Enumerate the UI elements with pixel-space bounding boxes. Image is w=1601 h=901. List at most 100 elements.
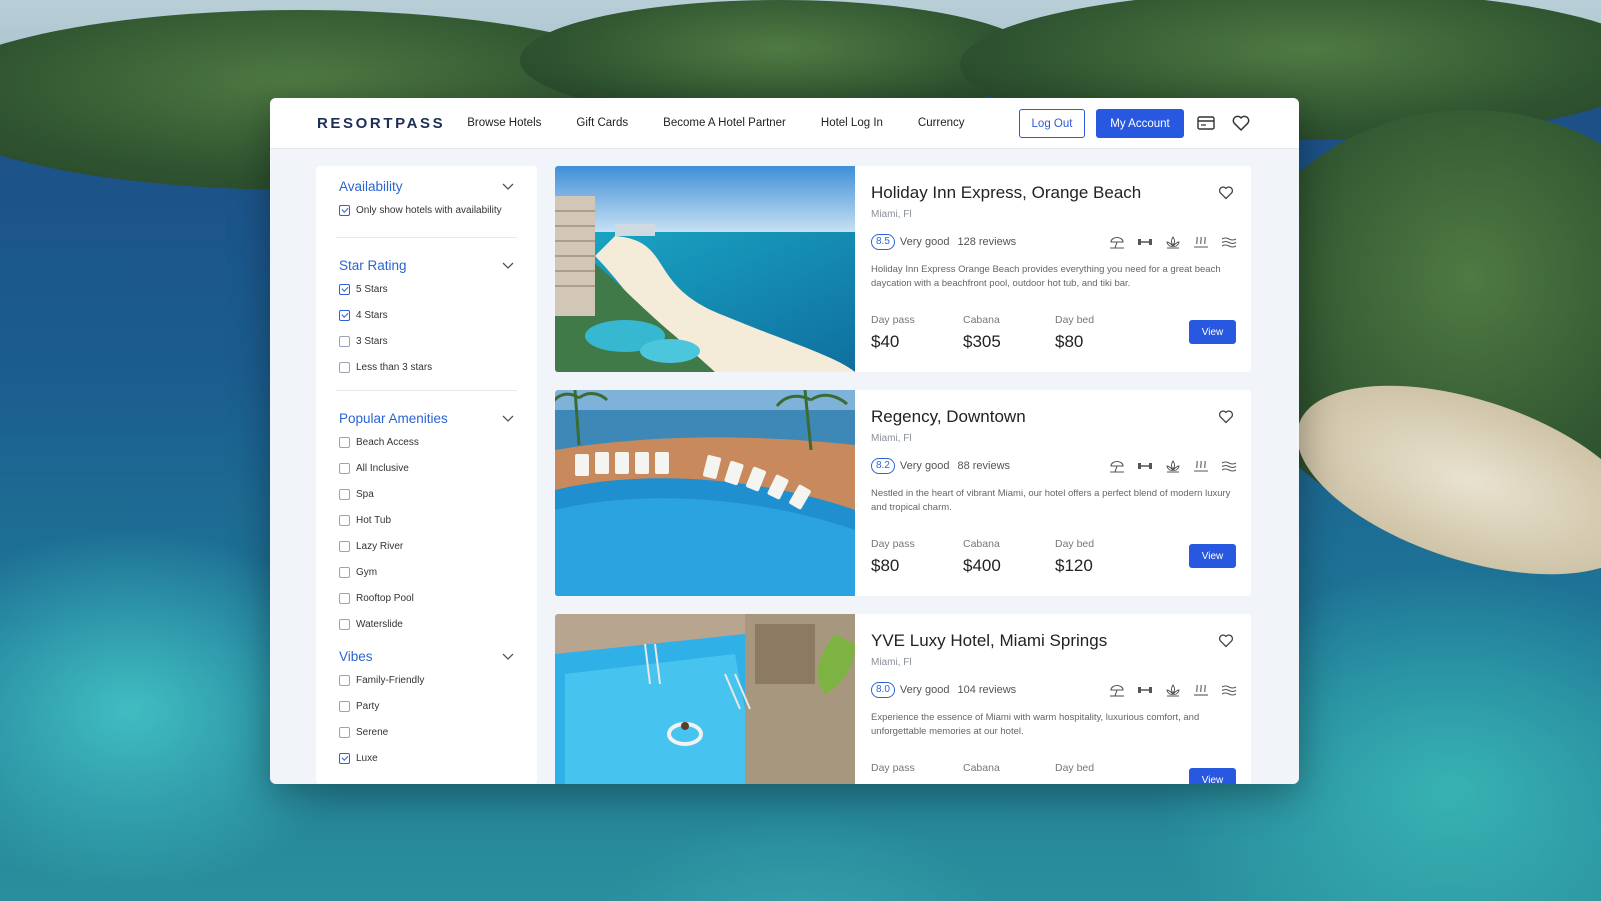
checkbox[interactable]	[339, 361, 350, 373]
amenity-icons	[1097, 683, 1237, 697]
price-day-bed[interactable]: Day bed	[1055, 762, 1147, 780]
filter-option[interactable]: Rooftop Pool	[339, 585, 514, 611]
review-count[interactable]: 104 reviews	[957, 684, 1016, 696]
hotel-results: Holiday Inn Express, Orange Beach Miami,…	[555, 166, 1251, 784]
filter-amenities-header[interactable]: Popular Amenities	[339, 407, 514, 429]
price-cabana[interactable]: Cabana	[963, 762, 1055, 780]
checkbox[interactable]	[339, 335, 350, 347]
checkbox[interactable]	[339, 700, 350, 712]
rating-row: 8.2 Very good 88 reviews	[871, 458, 1010, 474]
hotel-name[interactable]: Holiday Inn Express, Orange Beach	[871, 183, 1141, 203]
score-badge: 8.0	[871, 682, 895, 698]
filter-option[interactable]: Less than 3 stars	[339, 354, 514, 380]
rating-label: Very good	[899, 684, 950, 696]
amenity-icons	[1097, 459, 1237, 473]
checkbox[interactable]	[339, 592, 350, 604]
my-account-button[interactable]: My Account	[1096, 109, 1184, 138]
filter-amenities: Popular Amenities Beach Access All Inclu…	[339, 391, 514, 637]
filter-option[interactable]: Spa	[339, 481, 514, 507]
hotel-card[interactable]: Regency, Downtown Miami, Fl 8.2 Very goo…	[555, 390, 1251, 596]
heart-icon[interactable]	[1218, 409, 1234, 424]
filter-option[interactable]: Lazy River	[339, 533, 514, 559]
rating-row: 8.0 Very good 104 reviews	[871, 682, 1016, 698]
filter-option[interactable]: Only show hotels with availability	[339, 197, 514, 223]
filter-option[interactable]: Gym	[339, 559, 514, 585]
checkbox[interactable]	[339, 283, 350, 295]
hotel-description: Holiday Inn Express Orange Beach provide…	[871, 264, 1221, 289]
filter-option[interactable]: Serene	[339, 719, 514, 745]
beach-umbrella-icon	[1110, 236, 1124, 249]
view-button[interactable]: View	[1189, 768, 1236, 784]
filter-sidebar: Availability Only show hotels with avail…	[316, 166, 537, 784]
nav-gift-cards[interactable]: Gift Cards	[576, 117, 628, 129]
nav-hotel-login[interactable]: Hotel Log In	[821, 117, 883, 129]
checkbox[interactable]	[339, 752, 350, 764]
checkbox[interactable]	[339, 618, 350, 630]
checkbox[interactable]	[339, 309, 350, 321]
pool-float-photo[interactable]	[555, 614, 855, 784]
filter-availability: Availability Only show hotels with avail…	[339, 166, 514, 223]
filter-option[interactable]: Luxe	[339, 745, 514, 771]
hotel-description: Nestled in the heart of vibrant Miami, o…	[871, 488, 1231, 513]
price-cabana[interactable]: Cabana $400	[963, 538, 1055, 576]
filter-vibes-header[interactable]: Vibes	[339, 645, 514, 667]
price-list: Day pass $80 Cabana $400 Day bed $120	[871, 538, 1147, 576]
favorites-heart-icon[interactable]	[1231, 113, 1251, 133]
price-cabana[interactable]: Cabana $305	[963, 314, 1055, 352]
hotel-location: Miami, Fl	[871, 209, 912, 220]
filter-availability-header[interactable]: Availability	[339, 175, 514, 197]
heart-icon[interactable]	[1218, 633, 1234, 648]
hotel-name[interactable]: YVE Luxy Hotel, Miami Springs	[871, 631, 1107, 651]
rating-label: Very good	[899, 236, 950, 248]
hotel-location: Miami, Fl	[871, 433, 912, 444]
gym-icon	[1138, 239, 1152, 245]
price-day-bed[interactable]: Day bed $120	[1055, 538, 1147, 576]
checkbox[interactable]	[339, 540, 350, 552]
view-button[interactable]: View	[1189, 544, 1236, 568]
chevron-down-icon	[502, 415, 514, 422]
filter-option[interactable]: Family-Friendly	[339, 667, 514, 693]
rating-row: 8.5 Very good 128 reviews	[871, 234, 1016, 250]
beach-resort-photo[interactable]	[555, 166, 855, 372]
hotel-location: Miami, Fl	[871, 657, 912, 668]
nav-currency[interactable]: Currency	[918, 117, 965, 129]
filter-option[interactable]: All Inclusive	[339, 455, 514, 481]
checkbox[interactable]	[339, 488, 350, 500]
hotel-card[interactable]: Holiday Inn Express, Orange Beach Miami,…	[555, 166, 1251, 372]
checkbox[interactable]	[339, 566, 350, 578]
checkbox[interactable]	[339, 436, 350, 448]
filter-option[interactable]: Party	[339, 693, 514, 719]
app-window: RESORTPASS Browse Hotels Gift Cards Beco…	[270, 98, 1299, 784]
checkbox[interactable]	[339, 726, 350, 738]
checkbox[interactable]	[339, 514, 350, 526]
checkbox[interactable]	[339, 462, 350, 474]
pool-loungers-photo[interactable]	[555, 390, 855, 596]
chevron-down-icon	[502, 262, 514, 269]
waves-icon	[1221, 461, 1237, 472]
checkbox[interactable]	[339, 674, 350, 686]
logout-button[interactable]: Log Out	[1019, 109, 1085, 138]
filter-option[interactable]: 3 Stars	[339, 328, 514, 354]
nav-become-partner[interactable]: Become A Hotel Partner	[663, 117, 786, 129]
view-button[interactable]: View	[1189, 320, 1236, 344]
filter-option[interactable]: Hot Tub	[339, 507, 514, 533]
nav-browse-hotels[interactable]: Browse Hotels	[467, 117, 541, 129]
filter-option[interactable]: 5 Stars	[339, 276, 514, 302]
brand-logo[interactable]: RESORTPASS	[317, 115, 445, 132]
hot-tub-icon	[1194, 684, 1208, 696]
price-day-bed[interactable]: Day bed $80	[1055, 314, 1147, 352]
filter-option[interactable]: 4 Stars	[339, 302, 514, 328]
card-icon[interactable]	[1196, 113, 1216, 133]
checkbox[interactable]	[339, 204, 350, 216]
price-day-pass[interactable]: Day pass	[871, 762, 963, 780]
filter-option[interactable]: Waterslide	[339, 611, 514, 637]
filter-star-rating-header[interactable]: Star Rating	[339, 254, 514, 276]
filter-option[interactable]: Beach Access	[339, 429, 514, 455]
review-count[interactable]: 128 reviews	[957, 236, 1016, 248]
review-count[interactable]: 88 reviews	[957, 460, 1010, 472]
hotel-name[interactable]: Regency, Downtown	[871, 407, 1026, 427]
price-day-pass[interactable]: Day pass $40	[871, 314, 963, 352]
hotel-card[interactable]: YVE Luxy Hotel, Miami Springs Miami, Fl …	[555, 614, 1251, 784]
heart-icon[interactable]	[1218, 185, 1234, 200]
price-day-pass[interactable]: Day pass $80	[871, 538, 963, 576]
